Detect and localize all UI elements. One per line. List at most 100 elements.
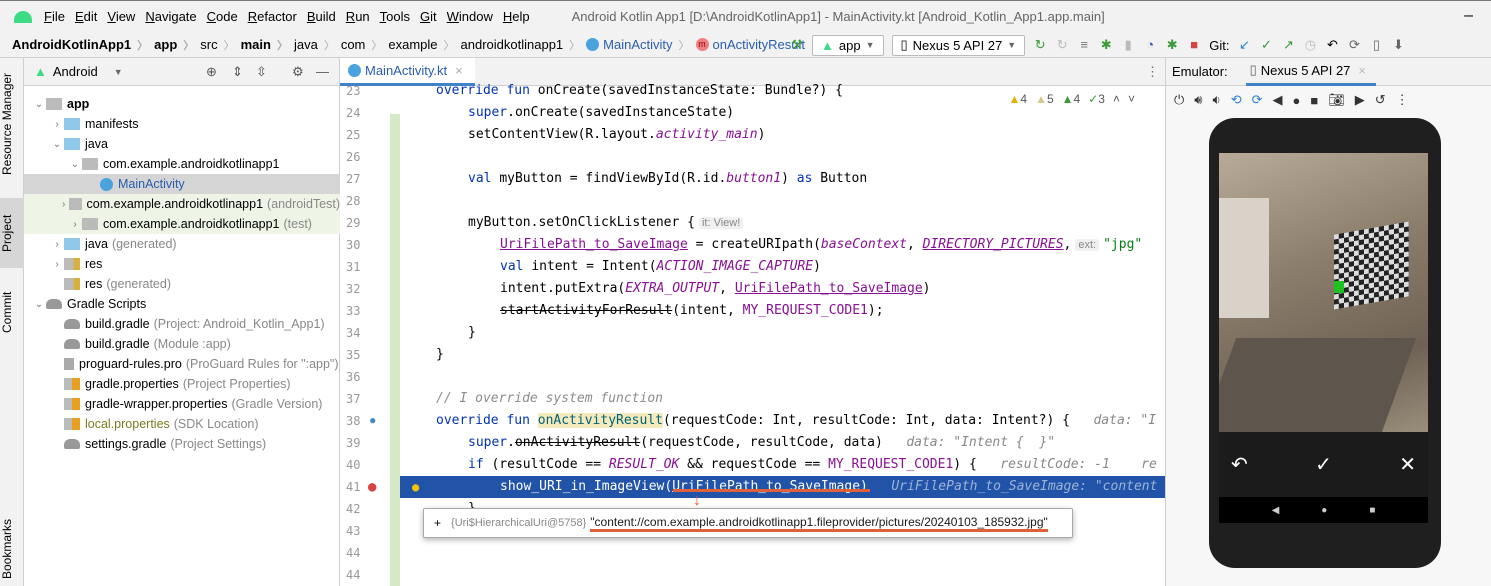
breadcrumb-item[interactable]: AndroidKotlinApp1 〉	[12, 37, 154, 53]
menu-refactor[interactable]: Refactor	[248, 9, 297, 24]
tree-item[interactable]: MainActivity	[24, 174, 340, 194]
git-commit-icon[interactable]: ✓	[1259, 38, 1273, 52]
tab-project[interactable]: Project	[0, 198, 24, 268]
previous-highlight-icon[interactable]: ˄	[1113, 92, 1120, 106]
rotate-left-icon[interactable]: ⟲	[1231, 92, 1242, 108]
chevron-down-icon[interactable]: ⌄	[32, 299, 46, 310]
tab-bookmarks[interactable]: Bookmarks	[0, 513, 24, 585]
locate-icon[interactable]: ⊕	[206, 64, 217, 80]
code-line[interactable]: 28	[340, 190, 1165, 212]
stop-icon[interactable]: ■	[1187, 38, 1201, 52]
menu-navigate[interactable]: Navigate	[145, 9, 196, 24]
chevron-right-icon[interactable]: ›	[58, 199, 69, 210]
screenshot-icon[interactable]: 📷︎	[1328, 92, 1345, 108]
menu-run[interactable]: Run	[346, 9, 370, 24]
power-icon[interactable]: ⏻	[1174, 92, 1184, 108]
more-icon[interactable]: ⋮	[1396, 92, 1409, 108]
profiler-icon[interactable]: ◔	[1143, 38, 1157, 52]
run-config-select[interactable]: ▲ app ▼	[812, 34, 884, 56]
camera-preview-image[interactable]	[1219, 153, 1428, 432]
collapse-all-icon[interactable]: ⇳	[256, 64, 267, 80]
chevron-right-icon[interactable]: ›	[50, 239, 64, 250]
tree-item[interactable]: ⌄ java	[24, 134, 340, 154]
git-update-icon[interactable]: ↙	[1237, 38, 1251, 52]
code-line[interactable]: 25 setContentView(R.layout.activity_main)	[340, 124, 1165, 146]
breadcrumb-item[interactable]: src 〉	[200, 37, 240, 53]
tree-item[interactable]: res (generated)	[24, 274, 340, 294]
code-line[interactable]: 38 ● override fun onActivityResult(request…	[340, 410, 1165, 432]
tree-item[interactable]: ⌄ com.example.androidkotlinapp1	[24, 154, 340, 174]
menu-code[interactable]: Code	[207, 9, 238, 24]
code-line[interactable]: 40 if (resultCode == RESULT_OK && request…	[340, 454, 1165, 476]
code-line[interactable]: 27 val myButton = findViewById(R.id.butto…	[340, 168, 1165, 190]
device-manager-icon[interactable]: ▯	[1369, 38, 1383, 52]
inspection-widget[interactable]: ▲4 ▲5 ▲4 ✓3 ˄ ˅	[1008, 92, 1135, 106]
git-rollback-icon[interactable]: ↶	[1325, 38, 1339, 52]
code-line[interactable]: 37 // I override system function	[340, 388, 1165, 410]
next-highlight-icon[interactable]: ˅	[1128, 92, 1135, 106]
more-icon[interactable]: ⋮	[1146, 64, 1159, 80]
tree-item[interactable]: ⌄ Gradle Scripts	[24, 294, 340, 314]
menu-git[interactable]: Git	[420, 9, 437, 24]
chevron-right-icon[interactable]: ›	[50, 259, 64, 270]
sync-gradle-icon[interactable]: ⟳	[1347, 38, 1361, 52]
nav-back-icon[interactable]: ◀	[1272, 505, 1280, 516]
menu-view[interactable]: View	[107, 9, 135, 24]
menu-window[interactable]: Window	[447, 9, 493, 24]
code-line[interactable]: 39 super.onActivityResult(requestCode, re…	[340, 432, 1165, 454]
code-line[interactable]: 30 UriFilePath_to_SaveImage = createURIpa…	[340, 234, 1165, 256]
tree-item[interactable]: › manifests	[24, 114, 340, 134]
tree-item[interactable]: build.gradle (Module :app)	[24, 334, 340, 354]
nav-recents-icon[interactable]: ■	[1369, 505, 1375, 516]
menu-help[interactable]: Help	[503, 9, 530, 24]
volume-down-icon[interactable]: 🔉︎	[1213, 92, 1221, 108]
git-push-icon[interactable]: ↗	[1281, 38, 1295, 52]
chevron-right-icon[interactable]: ›	[50, 119, 64, 130]
retake-icon[interactable]: ↶	[1231, 452, 1248, 477]
code-line[interactable]: 41 ● ● show_URI_in_ImageView(UriFilePath_to…	[346, 476, 1165, 498]
tree-item[interactable]: gradle.properties (Project Properties)	[24, 374, 340, 394]
override-marker-icon[interactable]: ●	[370, 410, 375, 432]
menu-file[interactable]: File	[44, 9, 65, 24]
coverage-icon[interactable]: ▮	[1121, 38, 1135, 52]
breadcrumb-item[interactable]: MainActivity 〉	[586, 37, 695, 53]
cancel-close-icon[interactable]: ✕	[1399, 452, 1416, 477]
device-select[interactable]: ▯ Nexus 5 API 27 ▼	[891, 34, 1026, 56]
minimize-button[interactable]: –	[1464, 7, 1473, 25]
code-line[interactable]: 26	[340, 146, 1165, 168]
chevron-down-icon[interactable]: ⌄	[32, 99, 46, 110]
code-line[interactable]: 44	[340, 564, 1165, 586]
tab-emulator-device[interactable]: ▯ Nexus 5 API 27 ×	[1245, 58, 1377, 86]
tree-item[interactable]: build.gradle (Project: Android_Kotlin_App…	[24, 314, 340, 334]
code-line[interactable]: 35}	[340, 344, 1165, 366]
tree-item[interactable]: › res	[24, 254, 340, 274]
tree-item[interactable]: settings.gradle (Project Settings)	[24, 434, 340, 454]
expand-all-icon[interactable]: ⇕	[232, 64, 243, 80]
code-line[interactable]: 31 val intent = Intent(ACTION_IMAGE_CAPTU…	[340, 256, 1165, 278]
chevron-right-icon[interactable]: ›	[68, 219, 82, 230]
apply-changes-icon[interactable]: ↻	[1033, 38, 1047, 52]
code-line[interactable]: 33 startActivityForResult(intent, MY_REQU…	[340, 300, 1165, 322]
chevron-down-icon[interactable]: ⌄	[50, 139, 64, 150]
hide-icon[interactable]: —	[316, 64, 329, 79]
tree-item[interactable]: › com.example.androidkotlinapp1 (androidTe…	[24, 194, 340, 214]
attach-debugger-icon[interactable]: ✱	[1165, 38, 1179, 52]
tab-resource-manager[interactable]: Resource Manager	[0, 68, 24, 180]
tree-item[interactable]: ⌄ app	[24, 94, 340, 114]
breadcrumb-item[interactable]: main 〉	[241, 37, 294, 53]
project-view-select[interactable]: Android	[53, 64, 98, 79]
close-icon[interactable]: ×	[1358, 63, 1366, 78]
code-line[interactable]: 29 myButton.setOnClickListener {it: View!	[340, 212, 1165, 234]
expand-button[interactable]: +	[434, 516, 441, 530]
build-hammer-icon[interactable]: ⚒	[790, 38, 804, 52]
breadcrumb-item[interactable]: example 〉	[388, 37, 460, 53]
tree-item[interactable]: local.properties (SDK Location)	[24, 414, 340, 434]
menu-build[interactable]: Build	[307, 9, 336, 24]
tree-item[interactable]: proguard-rules.pro (ProGuard Rules for ":…	[24, 354, 340, 374]
breakpoint-icon[interactable]: ●	[368, 476, 376, 498]
tree-item[interactable]: gradle-wrapper.properties (Gradle Version…	[24, 394, 340, 414]
rotate-right-icon[interactable]: ⟳	[1252, 92, 1263, 108]
home-icon[interactable]: ●	[1293, 93, 1301, 108]
back-icon[interactable]: ◀	[1273, 92, 1283, 108]
confirm-check-icon[interactable]: ✓	[1315, 452, 1332, 477]
